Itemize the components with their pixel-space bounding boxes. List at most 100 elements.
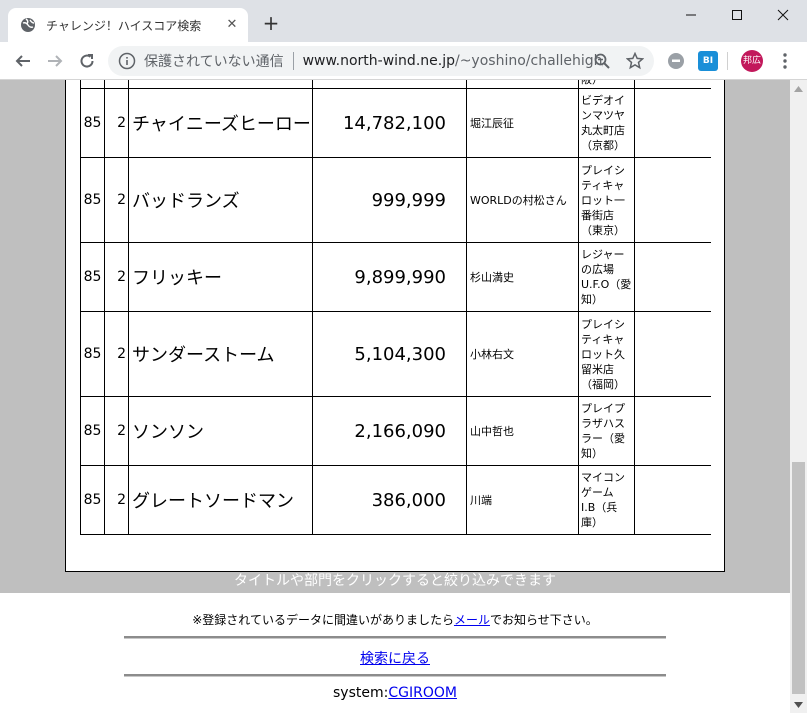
- omnibox-divider: [292, 52, 294, 70]
- scroll-up-arrow-icon[interactable]: [790, 80, 807, 97]
- back-arrow-icon[interactable]: [12, 50, 34, 72]
- shop-line: （京都）: [581, 139, 625, 152]
- system-credit: system:CGIROOM: [0, 685, 790, 701]
- extra-cell: [634, 465, 711, 535]
- security-warning: 保護されていない通信: [144, 54, 284, 70]
- title-link[interactable]: フリッキー: [128, 242, 313, 312]
- url-text[interactable]: www.north-wind.ne.jp/~yoshino/challehigh…: [303, 53, 603, 69]
- dept-link[interactable]: 2: [104, 465, 129, 535]
- divider: [124, 674, 666, 677]
- title-link[interactable]: チャイニーズヒーロー: [128, 88, 313, 158]
- score-cell: 85: [80, 311, 105, 397]
- url-path: /~yoshino/challehigh/d...: [454, 53, 603, 69]
- dept-link[interactable]: 2: [104, 88, 129, 158]
- table-row: 85 2 フリッキー 9,899,990 杉山満史 レジャー の広場 U.F.O（愛…: [80, 242, 711, 312]
- browser-tab[interactable]: チャレンジ！ハイスコア検索 ✕: [8, 8, 248, 42]
- notice-text-before: ※登録されているデータに間違いがありましたら: [192, 613, 454, 627]
- url-host: www.north-wind.ne.jp: [302, 53, 455, 69]
- back-to-search-link[interactable]: 検索に戻る: [360, 651, 430, 667]
- shop-cell: マイコン ゲーム I.B（兵 庫）: [578, 465, 635, 535]
- extra-cell: [634, 157, 711, 243]
- shop-line: ロット一: [581, 193, 625, 207]
- extra-cell: [634, 311, 711, 397]
- hiscore-cell: 5,104,300: [312, 311, 467, 397]
- chat-extension-icon[interactable]: [666, 51, 686, 71]
- shop-line: ティキャ: [581, 332, 625, 346]
- shop-line: ロット久: [581, 347, 625, 361]
- cgiroom-link[interactable]: CGIROOM: [388, 685, 457, 701]
- table-row: 85 2 グレートソードマン 386,000 川端 マイコン ゲーム I.B（兵 庫）: [80, 465, 711, 535]
- shop-line: ラザハス: [581, 417, 625, 430]
- zoom-icon[interactable]: [593, 52, 611, 70]
- shop-line: プレイシ: [581, 317, 625, 331]
- hiscore-cell: [312, 80, 467, 89]
- shop-cell: 阪）: [578, 80, 635, 89]
- extra-cell: [634, 80, 711, 89]
- player-cell: 堀江辰征: [466, 88, 579, 158]
- table-row: 85 2 バッドランズ 999,999 WORLDの村松さん プレイシ ティキャロ…: [80, 157, 711, 243]
- shop-line: プレイプ: [581, 402, 625, 415]
- shop-cell: プレイシ ティキャ ロット一 番街店 （東京）: [578, 157, 635, 243]
- profile-avatar[interactable]: 邦広: [741, 50, 763, 72]
- maximize-icon[interactable]: [714, 0, 760, 30]
- shop-line: ビデオイ: [581, 94, 625, 107]
- filter-hint: タイトルや部門をクリックすると絞り込みできます: [234, 573, 556, 589]
- score-cell: [80, 80, 105, 89]
- hiscore-cell: 9,899,990: [312, 242, 467, 312]
- results-table: 阪） 85 2 チャイニーズヒーロー 14,782,100 堀江辰征 ビデオイン…: [80, 80, 711, 535]
- hiscore-cell: 14,782,100: [312, 88, 467, 158]
- window-close-icon[interactable]: [760, 0, 806, 30]
- score-cell: 85: [80, 396, 105, 466]
- mail-link[interactable]: メール: [454, 613, 490, 627]
- shop-line: 知）: [581, 447, 603, 460]
- system-label: system:: [333, 685, 389, 701]
- title-link[interactable]: サンダーストーム: [128, 311, 313, 397]
- tab-strip: チャレンジ！ハイスコア検索 ✕ +: [0, 0, 807, 42]
- shop-cell: プレイシ ティキャ ロット久 留米店 （福岡）: [578, 311, 635, 397]
- shop-line: （東京）: [581, 223, 625, 237]
- bi-extension-icon[interactable]: BI: [698, 51, 718, 71]
- shop-line: の広場: [581, 263, 614, 276]
- title-link[interactable]: ソンソン: [128, 396, 313, 466]
- score-cell: 85: [80, 88, 105, 158]
- hiscore-cell: 999,999: [312, 157, 467, 243]
- shop-line: 丸太町店: [581, 124, 625, 137]
- tab-title: チャレンジ！ハイスコア検索: [46, 18, 202, 33]
- address-bar[interactable]: 保護されていない通信 www.north-wind.ne.jp/~yoshino…: [108, 46, 654, 76]
- shop-line: マイコン: [581, 471, 625, 484]
- browser-toolbar: 保護されていない通信 www.north-wind.ne.jp/~yoshino…: [0, 42, 807, 80]
- forward-arrow-icon[interactable]: [44, 50, 66, 72]
- score-cell: 85: [80, 157, 105, 243]
- shop-cell: ビデオイ ンマツヤ 丸太町店 （京都）: [578, 88, 635, 158]
- dept-link[interactable]: 2: [104, 157, 129, 243]
- bookmark-star-icon[interactable]: [626, 52, 644, 70]
- shop-cell: プレイプラザハスラー（愛知）: [578, 396, 635, 466]
- shop-line: （福岡）: [581, 377, 625, 391]
- menu-kebab-icon[interactable]: [777, 51, 793, 71]
- shop-line: 留米店: [581, 362, 614, 376]
- hiscore-cell: 386,000: [312, 465, 467, 535]
- divider: [124, 636, 666, 639]
- scrollbar-thumb[interactable]: [792, 462, 805, 694]
- dept-link[interactable]: 2: [104, 396, 129, 466]
- shop-line: ラー（愛: [581, 432, 625, 445]
- title-link[interactable]: グレートソードマン: [128, 465, 313, 535]
- title-link[interactable]: バッドランズ: [128, 157, 313, 243]
- info-icon[interactable]: [118, 52, 136, 70]
- shop-line: 庫）: [581, 516, 603, 529]
- dept-link[interactable]: 2: [104, 242, 129, 312]
- close-tab-icon[interactable]: ✕: [224, 17, 240, 33]
- globe-icon: [21, 18, 35, 32]
- scroll-down-arrow-icon[interactable]: [790, 696, 807, 713]
- vertical-scrollbar[interactable]: [790, 80, 807, 713]
- table-row: 85 2 サンダーストーム 5,104,300 小林右文 プレイシ ティキャ ロット…: [80, 311, 711, 397]
- back-to-search: 検索に戻る: [0, 648, 790, 668]
- player-cell: 杉山満史: [466, 242, 579, 312]
- dept-link[interactable]: 2: [104, 311, 129, 397]
- profile-initials: 邦広: [742, 56, 761, 66]
- new-tab-icon[interactable]: +: [260, 13, 282, 35]
- reload-icon[interactable]: [76, 50, 98, 72]
- player-cell: 山中哲也: [466, 396, 579, 466]
- toolbar-divider: [727, 52, 728, 70]
- minimize-icon[interactable]: [668, 0, 714, 30]
